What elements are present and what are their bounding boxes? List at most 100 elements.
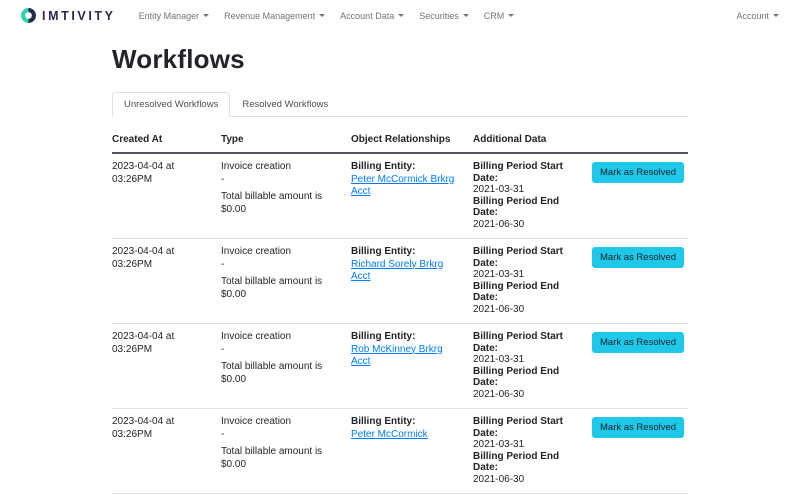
object-relationships-cell: Billing Entity: Richard Sorely Brkrg Acc… — [351, 246, 473, 315]
additional-value: 2021-03-31 — [473, 184, 582, 196]
nav-menu: Entity Manager Revenue Management Accoun… — [139, 11, 515, 21]
additional-label: Billing Period End Date: — [473, 196, 582, 219]
brand-logo[interactable]: IMTIVITY — [21, 8, 116, 23]
chevron-down-icon — [773, 14, 779, 17]
additional-label: Billing Period Start Date: — [473, 246, 582, 269]
type-cell: Invoice creation - Total billable amount… — [221, 416, 351, 485]
relationship-label: Billing Entity: — [351, 246, 463, 259]
created-at-cell: 2023-04-04 at 03:26PM — [112, 331, 221, 400]
page-title: Workflows — [112, 44, 688, 75]
chevron-down-icon — [319, 14, 325, 17]
additional-value: 2021-06-30 — [473, 389, 582, 401]
created-at-value: 2023-04-04 at 03:26PM — [112, 416, 174, 440]
billing-entity-link[interactable]: Peter McCormick — [351, 429, 428, 440]
additional-label: Billing Period Start Date: — [473, 161, 582, 184]
additional-label: Billing Period End Date: — [473, 366, 582, 389]
type-cell: Invoice creation - Total billable amount… — [221, 331, 351, 400]
additional-value: 2021-06-30 — [473, 474, 582, 486]
table-header: Created At Type Object Relationships Add… — [112, 127, 688, 154]
account-menu-label: Account — [736, 11, 769, 21]
billing-entity-link[interactable]: Rob McKinney Brkrg Acct — [351, 344, 443, 368]
type-value: Invoice creation — [221, 416, 341, 429]
type-note: Total billable amount is $0.00 — [221, 276, 341, 301]
type-sub-value: - — [221, 344, 341, 357]
created-at-value: 2023-04-04 at 03:26PM — [112, 331, 174, 355]
tab-unresolved-workflows[interactable]: Unresolved Workflows — [112, 92, 230, 117]
additional-data-cell: Billing Period Start Date: 2021-03-31 Bi… — [473, 246, 592, 315]
additional-value: 2021-03-31 — [473, 269, 582, 281]
billing-entity-link[interactable]: Peter McCormick Brkrg Acct — [351, 174, 454, 198]
chevron-down-icon — [203, 14, 209, 17]
object-relationships-cell: Billing Entity: Peter McCormick Brkrg Ac… — [351, 161, 473, 230]
nav-item-label: Account Data — [340, 11, 394, 21]
column-header-created-at: Created At — [112, 134, 221, 145]
type-sub-value: - — [221, 174, 341, 187]
type-note: Total billable amount is $0.00 — [221, 446, 341, 471]
actions-cell: Mark as Resolved — [592, 246, 688, 315]
table-row: 2023-04-04 at 03:26PM Invoice creation -… — [112, 409, 688, 494]
nav-item-label: Revenue Management — [224, 11, 315, 21]
relationship-label: Billing Entity: — [351, 161, 463, 174]
created-at-value: 2023-04-04 at 03:26PM — [112, 246, 174, 270]
mark-as-resolved-button[interactable]: Mark as Resolved — [592, 332, 684, 353]
additional-label: Billing Period End Date: — [473, 281, 582, 304]
nav-item-entity-manager[interactable]: Entity Manager — [139, 11, 210, 21]
additional-data-cell: Billing Period Start Date: 2021-03-31 Bi… — [473, 161, 592, 230]
object-relationships-cell: Billing Entity: Peter McCormick — [351, 416, 473, 485]
additional-value: 2021-06-30 — [473, 219, 582, 231]
nav-item-label: Entity Manager — [139, 11, 200, 21]
relationship-label: Billing Entity: — [351, 331, 463, 344]
additional-label: Billing Period Start Date: — [473, 416, 582, 439]
nav-item-label: Securities — [419, 11, 459, 21]
column-header-type: Type — [221, 134, 351, 145]
created-at-value: 2023-04-04 at 03:26PM — [112, 161, 174, 185]
nav-item-label: CRM — [484, 11, 505, 21]
additional-data-cell: Billing Period Start Date: 2021-03-31 Bi… — [473, 331, 592, 400]
created-at-cell: 2023-04-04 at 03:26PM — [112, 416, 221, 485]
table-body: 2023-04-04 at 03:26PM Invoice creation -… — [112, 154, 688, 494]
chevron-down-icon — [398, 14, 404, 17]
type-value: Invoice creation — [221, 161, 341, 174]
created-at-cell: 2023-04-04 at 03:26PM — [112, 161, 221, 230]
type-cell: Invoice creation - Total billable amount… — [221, 161, 351, 230]
relationship-label: Billing Entity: — [351, 416, 463, 429]
nav-item-crm[interactable]: CRM — [484, 11, 515, 21]
main-content: Workflows Unresolved Workflows Resolved … — [112, 44, 688, 494]
additional-value: 2021-03-31 — [473, 439, 582, 451]
column-header-object-relationships: Object Relationships — [351, 134, 473, 145]
actions-cell: Mark as Resolved — [592, 331, 688, 400]
actions-cell: Mark as Resolved — [592, 416, 688, 485]
created-at-cell: 2023-04-04 at 03:26PM — [112, 246, 221, 315]
account-menu[interactable]: Account — [736, 11, 779, 21]
workflow-tabs: Unresolved Workflows Resolved Workflows — [112, 92, 688, 117]
type-value: Invoice creation — [221, 246, 341, 259]
column-header-actions — [592, 134, 688, 145]
nav-item-revenue-management[interactable]: Revenue Management — [224, 11, 325, 21]
table-row: 2023-04-04 at 03:26PM Invoice creation -… — [112, 154, 688, 239]
mark-as-resolved-button[interactable]: Mark as Resolved — [592, 417, 684, 438]
type-sub-value: - — [221, 259, 341, 272]
additional-value: 2021-06-30 — [473, 304, 582, 316]
brand-name: IMTIVITY — [42, 9, 116, 23]
nav-item-securities[interactable]: Securities — [419, 11, 469, 21]
chevron-down-icon — [463, 14, 469, 17]
type-value: Invoice creation — [221, 331, 341, 344]
brand-logo-icon — [21, 8, 36, 23]
top-navbar: IMTIVITY Entity Manager Revenue Manageme… — [0, 0, 800, 31]
object-relationships-cell: Billing Entity: Rob McKinney Brkrg Acct — [351, 331, 473, 400]
table-row: 2023-04-04 at 03:26PM Invoice creation -… — [112, 239, 688, 324]
tab-resolved-workflows[interactable]: Resolved Workflows — [230, 92, 340, 117]
billing-entity-link[interactable]: Richard Sorely Brkrg Acct — [351, 259, 443, 283]
nav-item-account-data[interactable]: Account Data — [340, 11, 404, 21]
additional-value: 2021-03-31 — [473, 354, 582, 366]
type-note: Total billable amount is $0.00 — [221, 191, 341, 216]
mark-as-resolved-button[interactable]: Mark as Resolved — [592, 247, 684, 268]
type-sub-value: - — [221, 429, 341, 442]
column-header-additional-data: Additional Data — [473, 134, 592, 145]
additional-label: Billing Period End Date: — [473, 451, 582, 474]
mark-as-resolved-button[interactable]: Mark as Resolved — [592, 162, 684, 183]
table-row: 2023-04-04 at 03:26PM Invoice creation -… — [112, 324, 688, 409]
additional-data-cell: Billing Period Start Date: 2021-03-31 Bi… — [473, 416, 592, 485]
additional-label: Billing Period Start Date: — [473, 331, 582, 354]
type-cell: Invoice creation - Total billable amount… — [221, 246, 351, 315]
